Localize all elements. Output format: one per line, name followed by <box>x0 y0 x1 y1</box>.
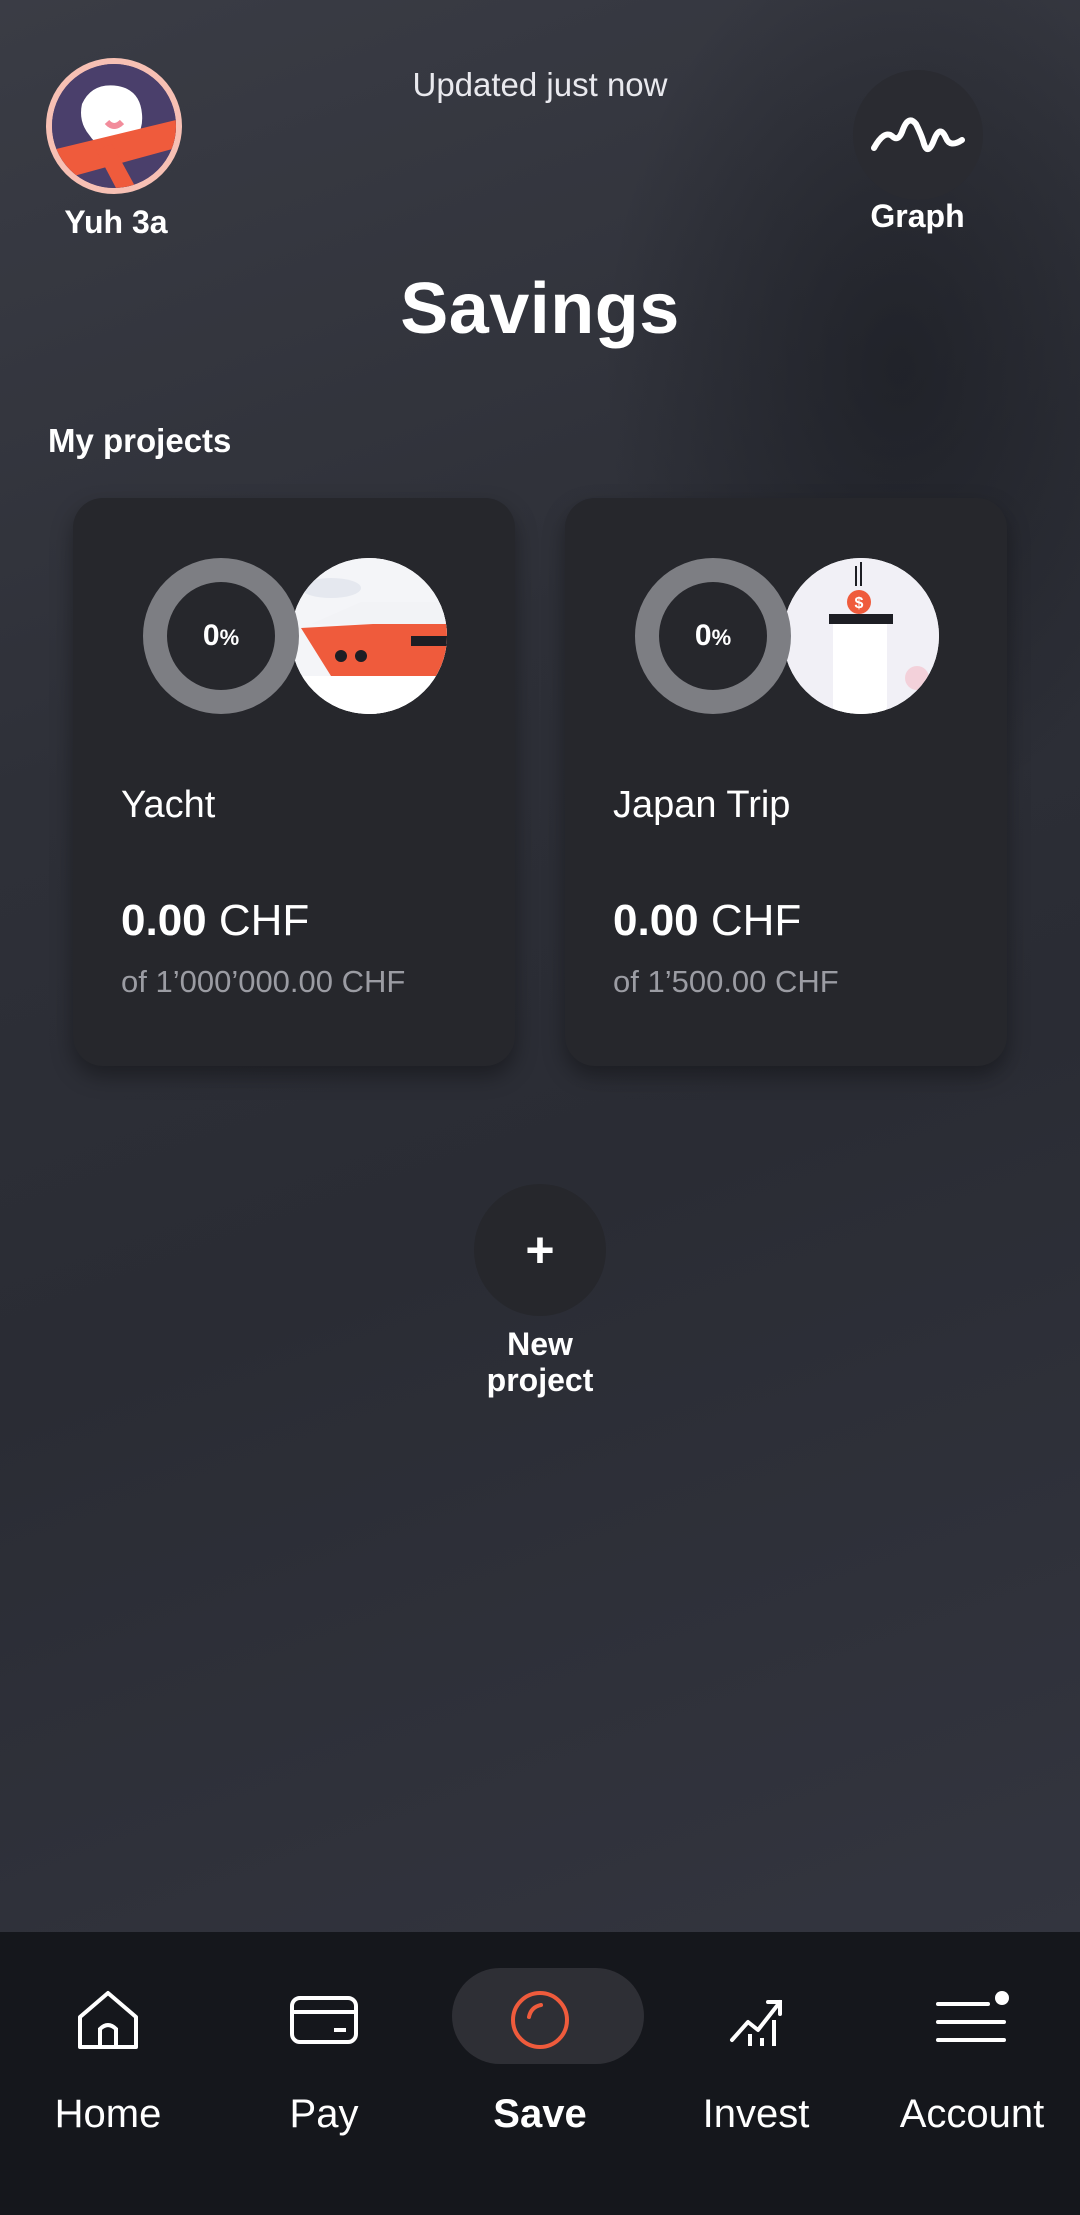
yacht-image <box>291 558 447 714</box>
progress-ring: 0% <box>143 558 299 714</box>
nav-label: Invest <box>702 2092 810 2136</box>
yacht-illustration-icon <box>291 558 447 714</box>
bottom-nav: Home Pay Save Invest Account <box>0 1932 1080 2215</box>
nav-label: Save <box>493 2092 587 2136</box>
menu-icon <box>864 1980 1080 2060</box>
save-icon <box>432 1980 648 2060</box>
piggy-bank-illustration-icon: $ <box>783 558 939 714</box>
project-card-japan-trip[interactable]: 0% $ Japan Trip 0.00 CHF of 1’500.00 CHF <box>565 498 1007 1066</box>
graph-button-circle[interactable] <box>852 70 983 200</box>
graph-wave-icon <box>870 117 965 153</box>
svg-text:$: $ <box>855 595 864 612</box>
nav-label: Pay <box>289 2092 359 2136</box>
project-name: Yacht <box>121 784 216 826</box>
nav-item-invest[interactable]: Invest <box>648 1932 864 2215</box>
progress-ring: 0% <box>635 558 791 714</box>
new-project-button[interactable]: + New project <box>460 1184 620 1398</box>
project-target: of 1’500.00 CHF <box>613 964 839 999</box>
project-amount: 0.00 CHF <box>121 896 310 945</box>
project-target: of 1’000’000.00 CHF <box>121 964 406 999</box>
plus-icon[interactable]: + <box>474 1184 606 1316</box>
project-card-yacht[interactable]: 0% Yacht 0.00 CHF of 1’000’000.00 CHF <box>73 498 515 1066</box>
section-heading: My projects <box>48 422 232 459</box>
home-icon <box>0 1980 216 2060</box>
profile-name: Yuh 3a <box>64 204 168 240</box>
page-title: Savings <box>400 269 680 349</box>
nav-item-pay[interactable]: Pay <box>216 1932 432 2215</box>
nav-item-home[interactable]: Home <box>0 1932 216 2215</box>
project-name: Japan Trip <box>613 784 791 826</box>
card-icon <box>216 1980 432 2060</box>
invest-icon <box>648 1980 864 2060</box>
nav-item-save[interactable]: Save <box>432 1932 648 2215</box>
japan-trip-image: $ <box>783 558 939 714</box>
progress-percent: 0% <box>694 619 732 652</box>
nav-label: Home <box>54 2092 162 2136</box>
nav-label: Account <box>899 2092 1045 2136</box>
nav-item-account[interactable]: Account <box>864 1932 1080 2215</box>
savings-screen: Yuh 3a Updated just now Graph Savings My… <box>0 0 1080 1932</box>
graph-button[interactable]: Graph <box>850 70 985 237</box>
progress-percent: 0% <box>202 619 240 652</box>
project-amount: 0.00 CHF <box>613 896 802 945</box>
graph-label: Graph <box>870 198 965 234</box>
new-project-label: New project <box>486 1326 594 1398</box>
notification-dot-icon <box>995 1991 1009 2005</box>
